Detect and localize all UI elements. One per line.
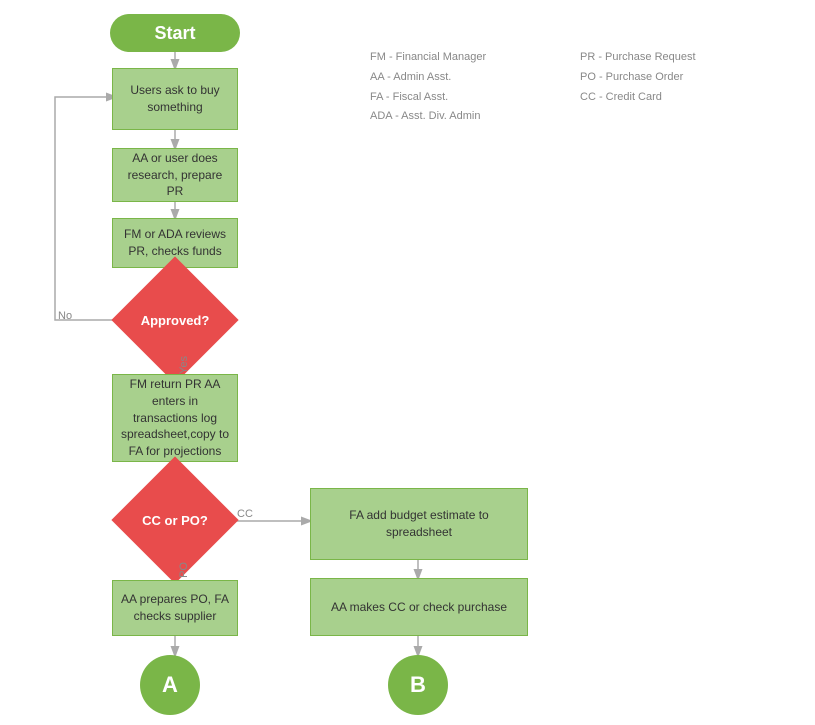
- start-node: Start: [110, 14, 240, 52]
- decision2-node: CC or PO?: [130, 478, 220, 562]
- label-po: PO: [178, 562, 190, 578]
- step5-po-node: AA prepares PO, FA checks supplier: [112, 580, 238, 636]
- legend-left: FM - Financial Manager AA - Admin Asst. …: [370, 48, 486, 127]
- step5-cc-node: FA add budget estimate to spreadsheet: [310, 488, 528, 560]
- step1-node: Users ask to buy something: [112, 68, 238, 130]
- step4-node: FM return PR AA enters in transactions l…: [112, 374, 238, 462]
- badge-b: B: [388, 655, 448, 715]
- label-cc: CC: [237, 508, 253, 520]
- label-yes: Yes: [178, 356, 190, 374]
- legend-right: PR - Purchase Request PO - Purchase Orde…: [580, 48, 696, 107]
- step6-cc-node: AA makes CC or check purchase: [310, 578, 528, 636]
- label-no: No: [58, 310, 72, 322]
- badge-a: A: [140, 655, 200, 715]
- step2-node: AA or user does research, prepare PR: [112, 148, 238, 202]
- decision1-node: Approved?: [130, 284, 220, 356]
